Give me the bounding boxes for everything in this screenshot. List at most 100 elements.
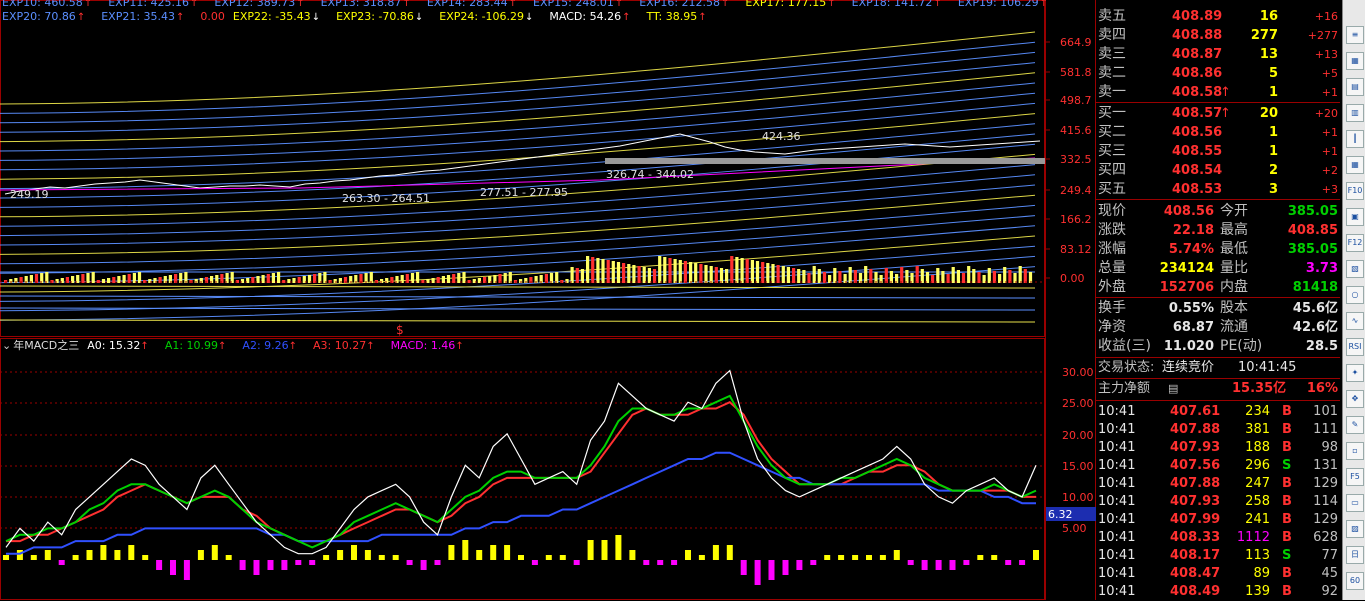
main-net-label: 主力净额 [1098, 381, 1151, 396]
f12-icon[interactable]: F12 [1346, 234, 1364, 252]
volume-bar [884, 268, 888, 283]
stat-value: 42.6亿 [1292, 320, 1338, 335]
legend-item: 0.00 [200, 10, 225, 23]
note-icon[interactable]: ▣ [1346, 208, 1364, 226]
sixty-icon[interactable]: 60 [1346, 572, 1364, 590]
volume-bar [580, 269, 584, 283]
stat-label: 流通 [1220, 319, 1248, 335]
order-volume: 277 [1250, 28, 1278, 43]
volume-bar [853, 270, 857, 283]
legend-item: EXP24: -106.29↓ [439, 10, 534, 23]
candle-icon[interactable]: ┃ [1346, 130, 1364, 148]
legend-item: EXP20: 70.86↑ [2, 10, 86, 23]
macd-histogram-bar [1005, 560, 1012, 565]
tick-count: 129 [1313, 476, 1338, 491]
macd-histogram-bar [114, 550, 121, 560]
tick-time: 10:41 [1098, 494, 1136, 509]
tick-time: 10:41 [1098, 530, 1136, 545]
wave-icon[interactable]: ∿ [1346, 312, 1364, 330]
macd-histogram-bar [518, 555, 524, 560]
macd-histogram-bar [86, 550, 93, 560]
macd-histogram-bar [754, 560, 761, 585]
macd-y-axis-label: 15.00 [1062, 460, 1094, 473]
window-icon[interactable]: ▭ [1346, 494, 1364, 512]
grid-icon[interactable]: ▦ [1346, 52, 1364, 70]
tick-count: 131 [1313, 458, 1338, 473]
up-arrow-icon: ↑ [1220, 106, 1231, 121]
macd-histogram-bar [977, 555, 984, 560]
tick-volume: 139 [1245, 584, 1270, 599]
volume-bar [972, 269, 976, 283]
image-icon[interactable]: ▨ [1346, 520, 1364, 538]
exp-curve [0, 295, 1036, 299]
f10-icon[interactable]: F10 [1346, 182, 1364, 200]
order-price: 408.53 [1172, 182, 1223, 197]
pen-icon[interactable]: ✎ [1346, 416, 1364, 434]
order-label: 卖四 [1098, 27, 1126, 43]
price-annotation: 326.74 - 344.02 [606, 168, 694, 181]
macd-histogram-bar [225, 555, 232, 560]
volume-bar [745, 259, 749, 283]
order-label: 卖五 [1098, 8, 1126, 24]
doc-icon[interactable]: ▥ [1346, 104, 1364, 122]
macd-histogram-bar [629, 550, 636, 560]
book-icon[interactable]: ▤ [1346, 78, 1364, 96]
volume-bar [632, 265, 636, 283]
compass-icon[interactable]: ✦ [1346, 364, 1364, 382]
volume-bar [230, 272, 234, 283]
exp-legend-row1: EXP10: 460.58↑ EXP11: 425.16↑ EXP12: 389.7… [2, 0, 1064, 10]
separator [1096, 199, 1340, 200]
order-label: 买三 [1098, 143, 1126, 159]
ring-icon[interactable]: ○ [1346, 286, 1364, 304]
stat-value: 5.74% [1168, 242, 1214, 257]
tick-volume: 258 [1245, 494, 1270, 509]
calendar-icon[interactable]: 日 [1346, 546, 1364, 564]
up-arrow-icon: ↑ [455, 341, 464, 352]
chart-canvas[interactable]: 249.19 263.30 - 264.51 277.51 - 277.95 326.… [0, 0, 1096, 600]
volume-bar [956, 270, 960, 283]
menu-icon: ▤ [1168, 382, 1179, 395]
stat-row: 净资 68.87 流通 42.6亿 [1096, 318, 1340, 337]
f5-icon[interactable]: F5 [1346, 468, 1364, 486]
volume-bar [663, 257, 667, 283]
tick-price: 407.93 [1170, 440, 1221, 455]
stat-value: 81418 [1292, 280, 1338, 295]
tick-row: 10:41 407.99 241 B 129 [1096, 510, 1340, 529]
volume-bar [323, 272, 327, 283]
macd-histogram-bar [685, 550, 691, 560]
macd-histogram-bar [72, 555, 79, 560]
up-arrow-icon: ↑ [1220, 85, 1231, 100]
legend-item: EXP13: 318.87↑ [320, 0, 411, 9]
rsi-icon[interactable]: RSI [1346, 338, 1364, 356]
stat-label: 外盘 [1098, 279, 1126, 295]
macd-histogram-bar [893, 550, 900, 560]
down-arrow-icon: ↓ [414, 12, 424, 23]
series-line-a0 [5, 369, 1037, 555]
list-icon[interactable]: ≡ [1346, 26, 1364, 44]
legend-item: MACD: 54.26↑ [549, 10, 631, 23]
exp-curve [0, 245, 1036, 302]
macd-histogram-bar [156, 560, 163, 570]
trade-status-value: 连续竞价 [1162, 360, 1215, 375]
tick-time: 10:41 [1098, 584, 1136, 599]
tick-volume: 296 [1245, 458, 1270, 473]
macd-histogram-bar [907, 560, 914, 565]
box-icon[interactable]: ▫ [1346, 442, 1364, 460]
table-icon[interactable]: ▦ [1346, 156, 1364, 174]
move-icon[interactable]: ✥ [1346, 390, 1364, 408]
macd-histogram-bar [1033, 550, 1039, 560]
tick-row: 10:41 407.93 258 B 114 [1096, 492, 1340, 511]
volume-bar [652, 269, 657, 283]
macd-histogram-bar [740, 560, 747, 575]
volume-bar [642, 267, 646, 283]
order-volume: 1 [1268, 125, 1278, 140]
legend-item: EXP12: 389.73↑ [214, 0, 305, 9]
volume-bar [874, 272, 878, 283]
macd-legend: ⌄ 年MACD之三 A0: 15.32↑ A1: 10.99↑ A2: 9.26↑ A3:… [2, 339, 480, 353]
tick-side: B [1282, 512, 1292, 527]
chart-icon[interactable]: ▧ [1346, 260, 1364, 278]
volume-bar [575, 268, 579, 283]
volume-bar [750, 260, 754, 283]
tick-row: 10:41 408.33 1112 B 628 [1096, 528, 1340, 547]
macd-histogram-bar [601, 540, 608, 560]
